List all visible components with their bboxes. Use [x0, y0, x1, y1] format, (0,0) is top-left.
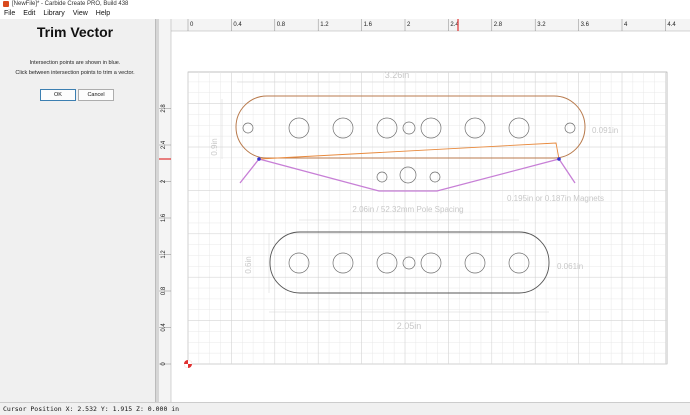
- dim-top-depth: 0.091in: [592, 126, 618, 135]
- instruction-intersections: Intersection points are shown in blue.: [29, 60, 121, 66]
- menu-file[interactable]: File: [0, 9, 19, 19]
- x-ruler-tick-label: 0.4: [233, 22, 242, 28]
- x-ruler-tick-label: 3.2: [537, 22, 546, 28]
- dim-bottom-depth: 0.061in: [557, 262, 583, 271]
- design-canvas[interactable]: 0 0.4 0.8 1.2 1.6 2 2.4 2.8 3.2 3.6 4 4.4 2.8 2.4 2 1.…: [159, 19, 690, 402]
- trim-vector-panel: Trim Vector Intersection points are show…: [0, 19, 155, 402]
- y-ruler-tick-label: 2.8: [161, 104, 167, 113]
- stock-area: [187, 71, 668, 365]
- cancel-button[interactable]: Cancel: [78, 89, 114, 101]
- y-ruler-tick-label: 1.2: [161, 250, 167, 259]
- y-ruler-tick-label: 2.4: [161, 140, 167, 149]
- menu-view[interactable]: View: [69, 9, 92, 19]
- y-ruler-tick-label: 1.6: [161, 213, 167, 222]
- dim-pole-spacing: 2.06in / 52.32mm Pole Spacing: [352, 205, 463, 214]
- intersection-point-left[interactable]: [257, 157, 261, 161]
- menu-bar: File Edit Library View Help: [0, 9, 690, 19]
- x-ruler-tick-label: 1.2: [320, 22, 329, 28]
- ok-button[interactable]: OK: [40, 89, 76, 101]
- canvas-svg[interactable]: 0 0.4 0.8 1.2 1.6 2 2.4 2.8 3.2 3.6 4 4.4 2.82.421.…: [159, 19, 690, 402]
- panel-title: Trim Vector: [36, 24, 114, 40]
- menu-library[interactable]: Library: [39, 9, 68, 19]
- x-ruler-tick-label: 2.8: [494, 22, 503, 28]
- title-bar: [NewFile]* - Carbide Create PRO, Build 4…: [0, 0, 690, 9]
- menu-edit[interactable]: Edit: [19, 9, 39, 19]
- x-ruler-tick-label: 4.4: [667, 22, 676, 28]
- cursor-position: Cursor Position X: 2.532 Y: 1.915 Z: 0.0…: [3, 405, 180, 413]
- dim-bottom-height: 0.6in: [244, 256, 253, 273]
- x-ruler-tick-label: 1.6: [364, 22, 373, 28]
- dim-bottom-width: 2.05in: [397, 321, 422, 331]
- dim-top-width: 3.26in: [385, 70, 410, 80]
- x-ruler-tick-label: 3.6: [581, 22, 590, 28]
- x-ruler-tick-label: 0.8: [277, 22, 286, 28]
- y-ruler-tick-label: 0.4: [161, 323, 167, 332]
- menu-help[interactable]: Help: [92, 9, 114, 19]
- instruction-click: Click between intersection points to tri…: [15, 70, 135, 76]
- left-ruler: [159, 19, 171, 402]
- window-title: [NewFile]* - Carbide Create PRO, Build 4…: [12, 1, 129, 7]
- y-ruler-tick-label: 0.8: [161, 286, 167, 295]
- status-bar: Cursor Position X: 2.532 Y: 1.915 Z: 0.0…: [0, 402, 690, 415]
- dim-top-height: 0.9in: [210, 138, 219, 155]
- intersection-point-right[interactable]: [557, 157, 561, 161]
- origin-marker: [184, 360, 192, 368]
- dim-magnets: 0.195in or 0.187in Magnets: [507, 194, 604, 203]
- app-icon: [3, 1, 9, 7]
